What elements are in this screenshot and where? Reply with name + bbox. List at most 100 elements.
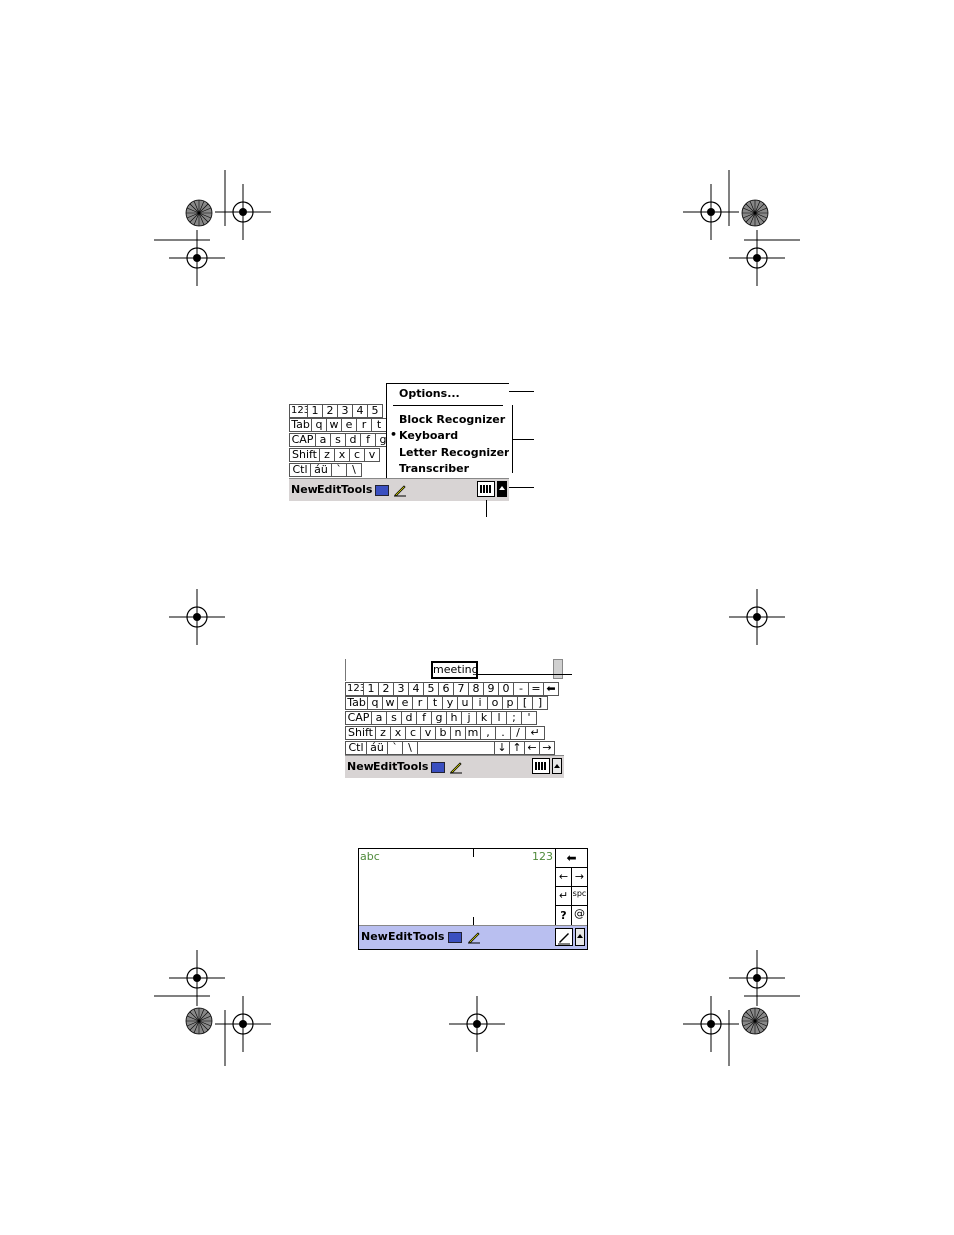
key-r[interactable]: r xyxy=(356,418,372,432)
key-f[interactable]: f xyxy=(416,711,432,725)
key-t[interactable]: t xyxy=(427,696,443,710)
key-right-bracket[interactable]: ] xyxy=(532,696,548,710)
up-arrow-key-icon[interactable]: ↑ xyxy=(509,741,525,755)
down-arrow-key-icon[interactable]: ↓ xyxy=(494,741,510,755)
enter-key-icon[interactable]: ↵ xyxy=(525,726,545,740)
menu-item-keyboard[interactable]: Keyboard xyxy=(399,429,458,442)
menu-item-transcriber[interactable]: Transcriber xyxy=(399,462,469,475)
key-2[interactable]: 2 xyxy=(322,404,338,418)
key-v[interactable]: v xyxy=(420,726,436,740)
key-ctl[interactable]: Ctl xyxy=(289,463,311,477)
key-x[interactable]: x xyxy=(390,726,406,740)
key-c[interactable]: c xyxy=(405,726,421,740)
pen-sip-icon[interactable] xyxy=(555,928,573,946)
writing-area[interactable]: abc 123 xyxy=(359,849,555,926)
key-comma[interactable]: , xyxy=(480,726,496,740)
key-p[interactable]: p xyxy=(502,696,518,710)
key-q[interactable]: q xyxy=(367,696,383,710)
menu-tools[interactable]: Tools xyxy=(413,926,444,948)
key-6[interactable]: 6 xyxy=(438,682,454,696)
key-v[interactable]: v xyxy=(364,448,380,462)
menu-item-letter-recognizer[interactable]: Letter Recognizer xyxy=(399,446,509,459)
key-minus[interactable]: - xyxy=(513,682,529,696)
key-z[interactable]: z xyxy=(375,726,391,740)
key-m[interactable]: m xyxy=(465,726,481,740)
key-cap[interactable]: CAP xyxy=(345,711,372,725)
key-5[interactable]: 5 xyxy=(367,404,383,418)
key-w[interactable]: w xyxy=(382,696,398,710)
key-1[interactable]: 1 xyxy=(363,682,379,696)
menu-new[interactable]: New xyxy=(361,926,388,948)
key-left-bracket[interactable]: [ xyxy=(517,696,533,710)
key-1[interactable]: 1 xyxy=(307,404,323,418)
key-2[interactable]: 2 xyxy=(378,682,394,696)
key-accents[interactable]: áü xyxy=(366,741,388,755)
key-k[interactable]: k xyxy=(476,711,492,725)
key-123[interactable]: 123 xyxy=(345,682,364,696)
key-z[interactable]: z xyxy=(319,448,335,462)
backspace-key-icon[interactable]: ⬅ xyxy=(543,682,559,696)
key-backslash[interactable]: \ xyxy=(346,463,362,477)
key-backtick[interactable]: ` xyxy=(331,463,347,477)
key-123[interactable]: 123 xyxy=(289,404,308,418)
input-panel-arrow-button[interactable] xyxy=(575,928,585,946)
key-f[interactable]: f xyxy=(360,433,376,447)
key-c[interactable]: c xyxy=(349,448,365,462)
key-shift[interactable]: Shift xyxy=(289,448,320,462)
key-accents[interactable]: áü xyxy=(310,463,332,477)
key-l[interactable]: l xyxy=(491,711,507,725)
key-h[interactable]: h xyxy=(446,711,462,725)
key-r[interactable]: r xyxy=(412,696,428,710)
key-e[interactable]: e xyxy=(341,418,357,432)
key-0[interactable]: 0 xyxy=(498,682,514,696)
enter-key-icon[interactable]: ↵ xyxy=(556,887,572,906)
key-b[interactable]: b xyxy=(435,726,451,740)
key-space[interactable] xyxy=(417,741,495,755)
key-d[interactable]: d xyxy=(345,433,361,447)
key-backtick[interactable]: ` xyxy=(387,741,403,755)
key-s[interactable]: s xyxy=(386,711,402,725)
input-panel-arrow-button[interactable] xyxy=(497,481,507,497)
input-panel-arrow-button[interactable] xyxy=(552,758,562,774)
key-u[interactable]: u xyxy=(457,696,473,710)
key-4[interactable]: 4 xyxy=(408,682,424,696)
key-3[interactable]: 3 xyxy=(337,404,353,418)
key-e[interactable]: e xyxy=(397,696,413,710)
menu-edit[interactable]: Edit xyxy=(388,926,412,948)
key-shift[interactable]: Shift xyxy=(345,726,376,740)
key-q[interactable]: q xyxy=(311,418,327,432)
key-slash[interactable]: / xyxy=(510,726,526,740)
right-arrow-key-icon[interactable]: → xyxy=(572,868,587,887)
symbols-key[interactable]: @ xyxy=(572,906,587,926)
key-s[interactable]: s xyxy=(330,433,346,447)
key-j[interactable]: j xyxy=(461,711,477,725)
left-arrow-key-icon[interactable]: ← xyxy=(524,741,540,755)
pen-icon[interactable] xyxy=(467,930,481,944)
keyboard-sip-icon[interactable] xyxy=(477,481,495,497)
keyboard-sip-icon[interactable] xyxy=(532,758,550,774)
menu-edit[interactable]: Edit xyxy=(317,479,341,501)
inbox-icon[interactable] xyxy=(431,762,445,773)
key-g[interactable]: g xyxy=(431,711,447,725)
menu-edit[interactable]: Edit xyxy=(373,756,397,778)
key-tab[interactable]: Tab xyxy=(289,418,312,432)
space-key[interactable]: spc xyxy=(572,887,587,906)
menu-new[interactable]: New xyxy=(291,479,318,501)
right-arrow-key-icon[interactable]: → xyxy=(539,741,555,755)
inbox-icon[interactable] xyxy=(448,932,462,943)
key-a[interactable]: a xyxy=(371,711,387,725)
key-period[interactable]: . xyxy=(495,726,511,740)
menu-tools[interactable]: Tools xyxy=(341,479,372,501)
key-semicolon[interactable]: ; xyxy=(506,711,522,725)
key-backslash[interactable]: \ xyxy=(402,741,418,755)
key-5[interactable]: 5 xyxy=(423,682,439,696)
scroll-down-button[interactable] xyxy=(553,659,563,679)
menu-item-options[interactable]: Options... xyxy=(399,387,460,400)
key-y[interactable]: y xyxy=(442,696,458,710)
key-4[interactable]: 4 xyxy=(352,404,368,418)
key-apostrophe[interactable]: ' xyxy=(521,711,537,725)
menu-tools[interactable]: Tools xyxy=(397,756,428,778)
key-3[interactable]: 3 xyxy=(393,682,409,696)
left-arrow-key-icon[interactable]: ← xyxy=(556,868,572,887)
word-suggestion-box[interactable]: meeting xyxy=(431,661,479,679)
